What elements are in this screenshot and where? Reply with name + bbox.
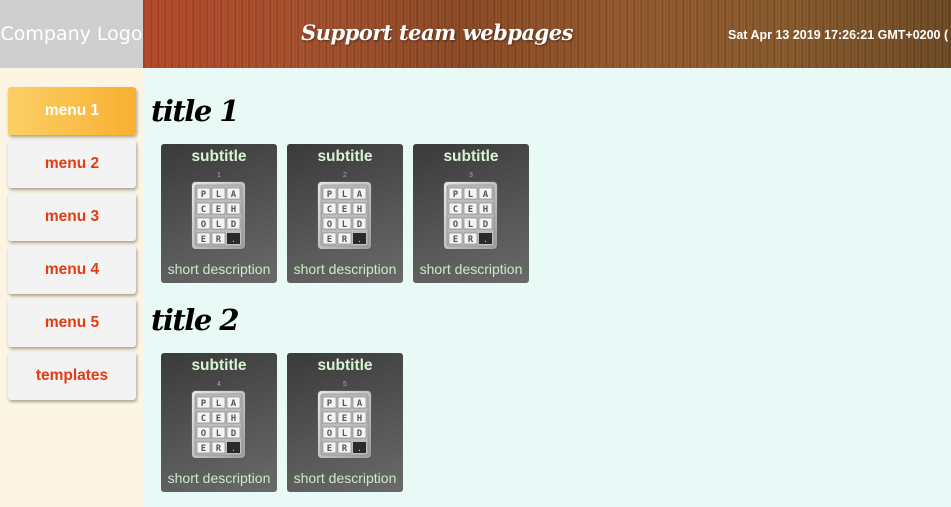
- card-description: short description: [293, 470, 397, 486]
- site-title: Support team webpages: [301, 19, 573, 45]
- sidebar-item-menu-2[interactable]: menu 2: [8, 140, 136, 188]
- placeholder-icon: [191, 390, 246, 459]
- card[interactable]: subtitle 4 short description: [161, 353, 277, 492]
- sidebar-item-templates[interactable]: templates: [8, 352, 136, 400]
- card-subtitle: subtitle: [317, 357, 373, 374]
- card-subtitle: subtitle: [191, 357, 247, 374]
- card-number: 3: [469, 172, 473, 179]
- section-title: title 2: [151, 303, 240, 337]
- card-description: short description: [419, 261, 523, 277]
- placeholder-icon: [443, 181, 498, 250]
- card-description: short description: [167, 261, 271, 277]
- card-number: 5: [343, 381, 347, 388]
- card-subtitle: subtitle: [317, 148, 373, 165]
- header-datetime: Sat Apr 13 2019 17:26:21 GMT+0200 (: [728, 28, 949, 42]
- card-description: short description: [167, 470, 271, 486]
- placeholder-icon: [317, 181, 372, 250]
- card-number: 2: [343, 172, 347, 179]
- sidebar-item-menu-1[interactable]: menu 1: [8, 87, 136, 135]
- placeholder-icon: [317, 390, 372, 459]
- card[interactable]: subtitle 1 short description: [161, 144, 277, 283]
- card[interactable]: subtitle 2 short description: [287, 144, 403, 283]
- card[interactable]: subtitle 5 short description: [287, 353, 403, 492]
- card-number: 1: [217, 172, 221, 179]
- header: Company Logo Support team webpages Sat A…: [0, 0, 951, 68]
- sidebar-item-menu-3[interactable]: menu 3: [8, 193, 136, 241]
- main-content: title 1 subtitle 1 short description sub…: [143, 68, 951, 507]
- card[interactable]: subtitle 3 short description: [413, 144, 529, 283]
- placeholder-icon: [191, 181, 246, 250]
- company-logo[interactable]: Company Logo: [0, 0, 143, 68]
- card-description: short description: [293, 261, 397, 277]
- card-number: 4: [217, 381, 221, 388]
- section-title: title 1: [151, 94, 240, 128]
- sidebar-item-menu-4[interactable]: menu 4: [8, 246, 136, 294]
- header-banner: Support team webpages Sat Apr 13 2019 17…: [143, 0, 951, 68]
- sidebar: menu 1 menu 2 menu 3 menu 4 menu 5 templ…: [0, 68, 143, 507]
- card-subtitle: subtitle: [443, 148, 499, 165]
- card-subtitle: subtitle: [191, 148, 247, 165]
- sidebar-item-menu-5[interactable]: menu 5: [8, 299, 136, 347]
